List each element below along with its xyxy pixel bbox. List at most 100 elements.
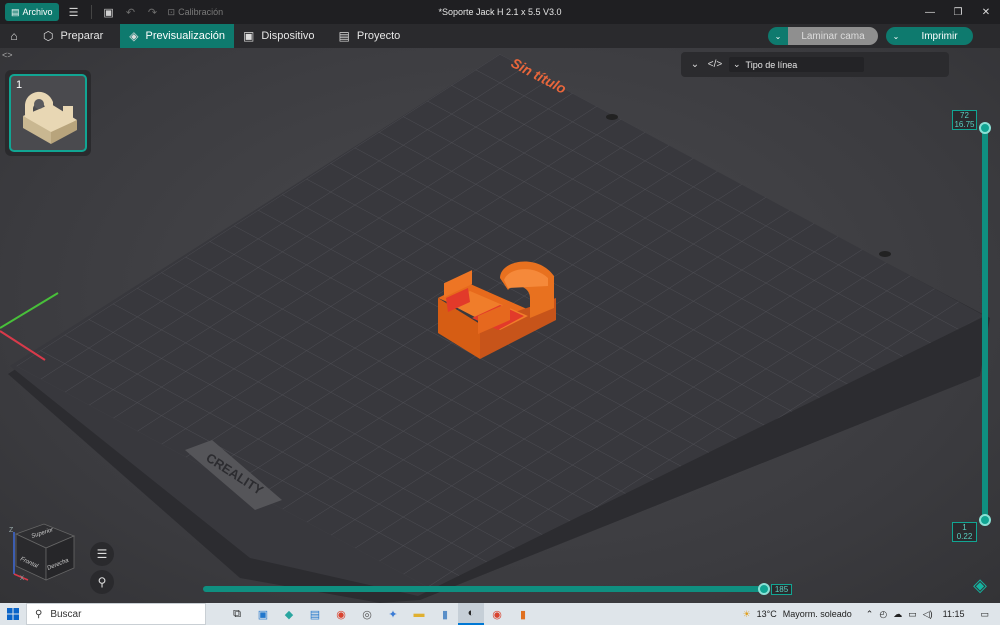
maximize-icon[interactable]: ❐ bbox=[944, 0, 972, 24]
line-type-select[interactable]: ⌄ Tipo de línea bbox=[729, 57, 864, 72]
slicer-app-icon[interactable]: ◐ bbox=[458, 603, 484, 625]
taskbar-search[interactable]: ⚲ Buscar bbox=[26, 603, 206, 625]
plate-hole bbox=[879, 251, 891, 257]
move-slider-handle[interactable] bbox=[758, 583, 770, 595]
layers-icon: ◈ bbox=[129, 29, 139, 43]
top-layer-number: 72 bbox=[960, 111, 969, 120]
search-icon: ⚲ bbox=[97, 575, 107, 589]
windows-start-icon[interactable] bbox=[0, 603, 26, 625]
plate-number: 1 bbox=[16, 79, 23, 91]
layer-slider-top-handle[interactable] bbox=[979, 122, 991, 134]
search-placeholder: Buscar bbox=[50, 608, 82, 620]
archivo-label: Archivo bbox=[22, 7, 53, 17]
chrome-icon[interactable]: ◉ bbox=[484, 603, 510, 625]
system-tray: ☀ 13°C Mayorm. soleado ⌃ ◴ ☁ ▭ ◁) 11:15 … bbox=[740, 603, 1000, 625]
app-icon[interactable]: ▮ bbox=[432, 603, 458, 625]
app-window: ▤ Archivo ☰ ▣ ↶ ↷ ⊡ Calibración *Soporte… bbox=[0, 0, 1000, 625]
layer-slider-bottom-label: 1 0.22 bbox=[952, 522, 977, 542]
tab-label: Proyecto bbox=[356, 30, 401, 42]
move-slider-value: 185 bbox=[771, 584, 792, 595]
network-icon[interactable]: ▭ bbox=[905, 609, 920, 620]
folder-icon[interactable]: ▬ bbox=[406, 603, 432, 625]
layer-slider-track[interactable] bbox=[982, 126, 988, 526]
line-type-label: Tipo de línea bbox=[745, 59, 798, 70]
app-icon[interactable]: ✦ bbox=[380, 603, 406, 625]
app-icon[interactable]: ◆ bbox=[276, 603, 302, 625]
tab-label: Preparar bbox=[60, 30, 104, 42]
title-bar: ▤ Archivo ☰ ▣ ↶ ↷ ⊡ Calibración *Soporte… bbox=[0, 0, 1000, 24]
menu-icon[interactable]: ☰ bbox=[63, 3, 85, 21]
collapse-sidebar-icon[interactable]: <> bbox=[2, 50, 13, 60]
top-layer-height: 16.75 bbox=[954, 120, 975, 129]
window-controls: — ❐ ✕ bbox=[916, 0, 1000, 24]
print-group: ⌄ Imprimir bbox=[886, 27, 973, 45]
slice-dropdown-button[interactable]: ⌄ bbox=[768, 27, 788, 45]
layer-slider-top-label: 72 16.75 bbox=[952, 110, 977, 130]
collapse-chevrons-icon[interactable]: ⌄ bbox=[685, 59, 705, 70]
axis-z-label: Z bbox=[9, 527, 14, 534]
bottom-layer-number: 1 bbox=[962, 523, 967, 532]
archivo-menu-button[interactable]: ▤ Archivo bbox=[5, 3, 59, 21]
layer-slider-bottom-handle[interactable] bbox=[979, 514, 991, 526]
tab-dispositivo[interactable]: ▣ Dispositivo bbox=[234, 24, 324, 48]
calibration-icon: ⊡ bbox=[167, 6, 176, 17]
file-icon: ▤ bbox=[11, 6, 20, 17]
task-view-icon[interactable]: ⧉ bbox=[224, 603, 250, 625]
toolbar-divider bbox=[90, 5, 92, 19]
y-axis-line bbox=[0, 292, 59, 329]
search-icon: ⚲ bbox=[35, 608, 43, 620]
calibration-button[interactable]: ⊡ Calibración bbox=[168, 7, 224, 18]
minimize-icon[interactable]: — bbox=[916, 0, 944, 24]
tab-proyecto[interactable]: ▤ Proyecto bbox=[330, 24, 410, 48]
weather-text: Mayorm. soleado bbox=[782, 609, 852, 619]
build-plate-scene: CREALITY Sin título bbox=[0, 54, 990, 603]
notifications-icon[interactable]: ▭ bbox=[977, 609, 992, 620]
volume-icon[interactable]: ◁) bbox=[920, 609, 936, 620]
menu-icon: ☰ bbox=[96, 547, 108, 561]
app-icon[interactable]: ▤ bbox=[302, 603, 328, 625]
chevron-down-icon: ⌄ bbox=[892, 31, 900, 41]
tray-app-icon[interactable]: ◴ bbox=[876, 609, 890, 620]
close-icon[interactable]: ✕ bbox=[972, 0, 1000, 24]
cloud-icon[interactable]: ☁ bbox=[890, 609, 905, 620]
tab-label: Previsualización bbox=[145, 30, 225, 42]
tab-home[interactable]: ⌂ bbox=[0, 24, 28, 48]
project-icon: ▤ bbox=[338, 29, 350, 43]
clock[interactable]: 11:15 bbox=[940, 609, 968, 619]
undo-icon[interactable]: ↶ bbox=[120, 3, 142, 21]
calibration-label: Calibración bbox=[178, 7, 224, 17]
save-icon[interactable]: ▣ bbox=[98, 3, 120, 21]
line-type-panel: ⌄ </> ⌄ Tipo de línea bbox=[681, 52, 949, 77]
plate-thumbnail[interactable]: 1 bbox=[9, 74, 87, 152]
chrome-icon[interactable]: ◉ bbox=[328, 603, 354, 625]
tab-previsualizacion[interactable]: ◈ Previsualización bbox=[120, 24, 234, 48]
axis-x-label: X bbox=[20, 576, 24, 582]
x-axis-line bbox=[0, 330, 46, 361]
weather-icon: ☀ bbox=[742, 608, 751, 619]
redo-icon[interactable]: ↷ bbox=[142, 3, 164, 21]
temperature: 13°C bbox=[756, 609, 777, 619]
tab-label: Dispositivo bbox=[261, 30, 315, 42]
home-icon: ⌂ bbox=[10, 29, 18, 43]
zoom-button[interactable]: ⚲ bbox=[90, 570, 114, 594]
device-icon: ▣ bbox=[243, 29, 255, 43]
view-menu-button[interactable]: ☰ bbox=[90, 542, 114, 566]
view-cube[interactable]: Z X Superior Frontal Derecha bbox=[8, 522, 80, 582]
tab-preparar[interactable]: ⬡ Preparar bbox=[34, 24, 112, 48]
preview-viewport[interactable]: CREALITY Sin título <> 1 ⌄ </> ⌄ Tipo de… bbox=[0, 48, 1000, 603]
print-button[interactable]: Imprimir bbox=[906, 27, 973, 45]
bottom-layer-height: 0.22 bbox=[956, 532, 973, 541]
app-icon[interactable]: ▣ bbox=[250, 603, 276, 625]
chevron-up-icon[interactable]: ⌃ bbox=[863, 609, 877, 620]
chevron-down-icon: ⌄ bbox=[733, 59, 741, 69]
tab-bar: ⌂ ⬡ Preparar ◈ Previsualización ▣ Dispos… bbox=[0, 24, 1000, 48]
print-dropdown-button[interactable]: ⌄ bbox=[886, 27, 906, 45]
app-icon[interactable]: ▮ bbox=[510, 603, 536, 625]
layers-icon[interactable]: ◈ bbox=[967, 572, 993, 598]
slice-button[interactable]: Laminar cama bbox=[788, 27, 878, 45]
cube-icon: ⬡ bbox=[43, 29, 54, 43]
app-icon[interactable]: ◎ bbox=[354, 603, 380, 625]
move-slider-track[interactable] bbox=[203, 586, 765, 592]
plate-thumbnail-panel: 1 bbox=[5, 70, 91, 156]
code-icon[interactable]: </> bbox=[705, 59, 725, 70]
